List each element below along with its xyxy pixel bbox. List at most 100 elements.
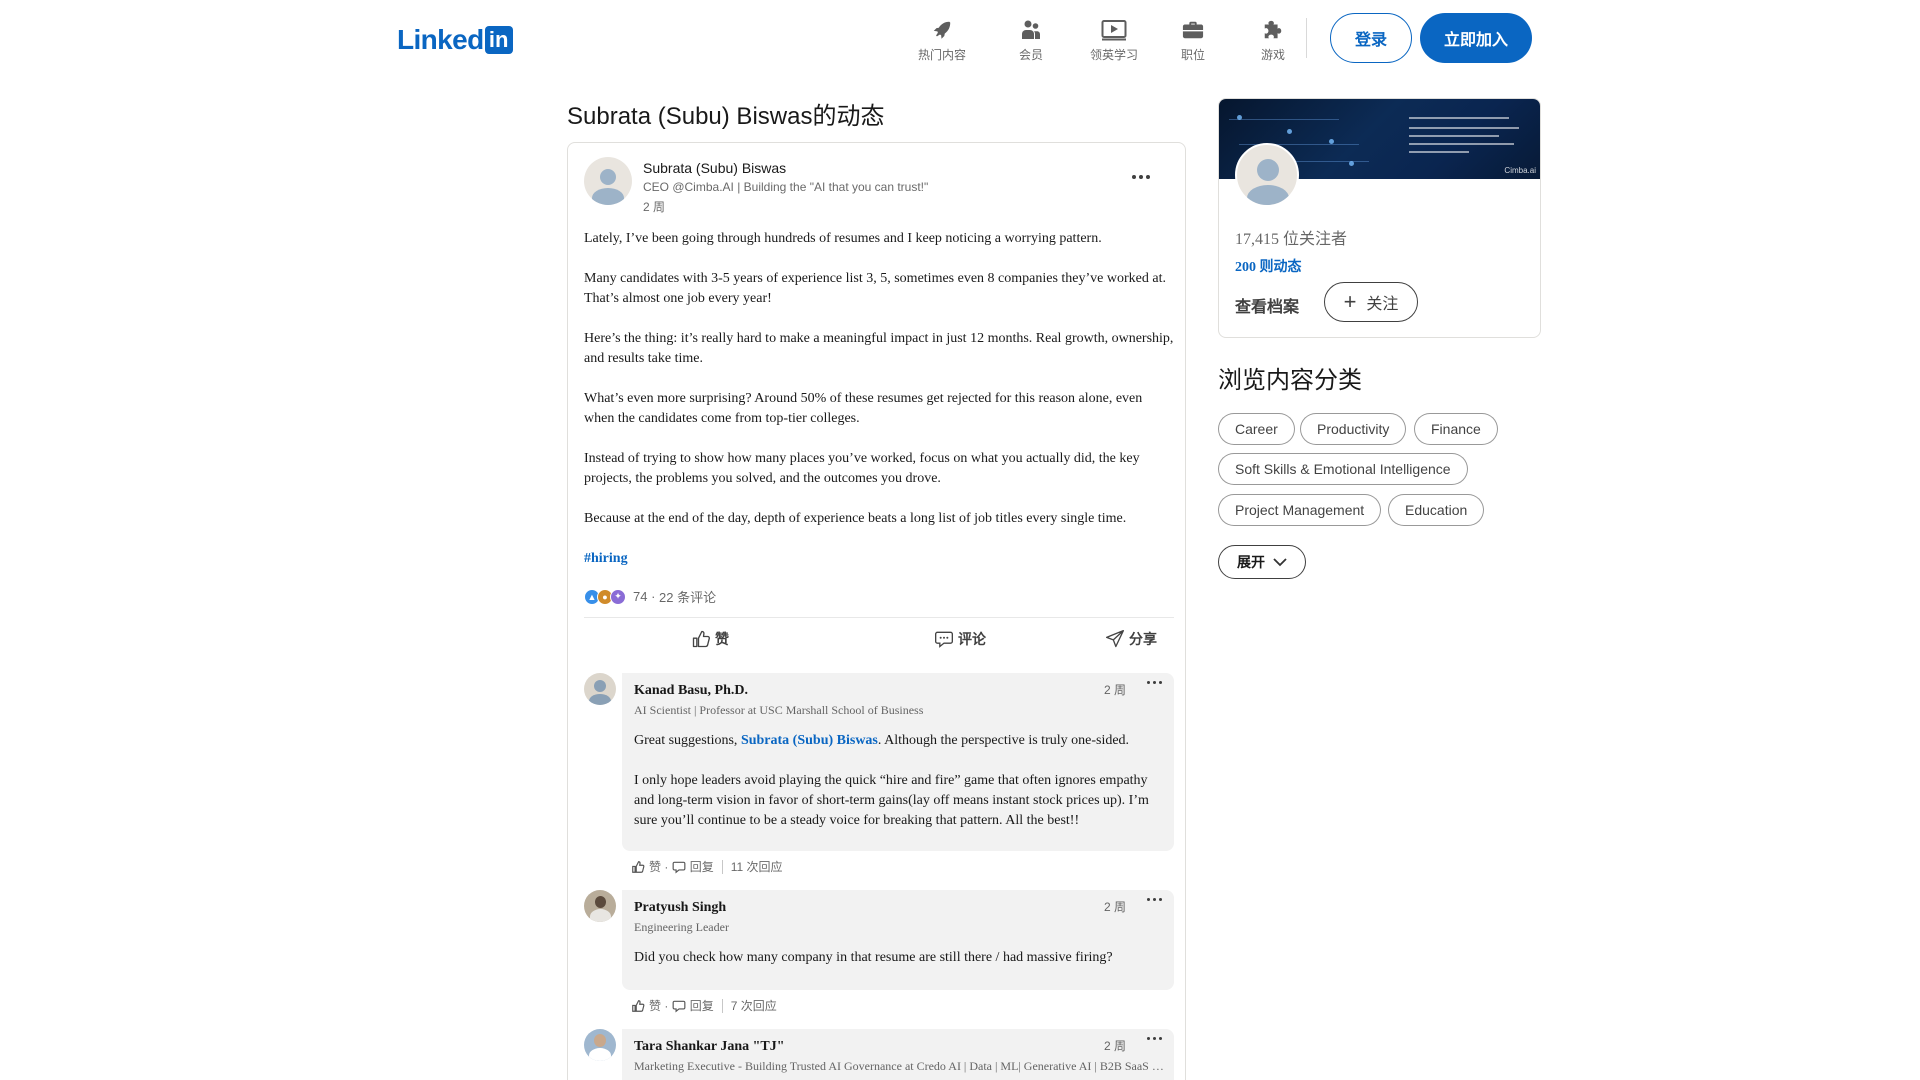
nav-label: 热门内容 [918, 48, 967, 62]
commenter-name[interactable]: Tara Shankar Jana "TJ" [634, 1039, 785, 1055]
hashtag-link[interactable]: #hiring [584, 551, 628, 566]
comment-text-part: Great suggestions, [634, 733, 741, 748]
commenter-name[interactable]: Pratyush Singh [634, 900, 726, 916]
like-button[interactable]: 赞 [691, 629, 729, 649]
puzzle-icon [1260, 18, 1286, 42]
follow-label: 关注 [1366, 296, 1399, 313]
post-paragraph: What’s even more surprising? Around 50% … [584, 391, 1143, 426]
comment-reply-button[interactable]: 回复 [672, 858, 714, 875]
nav-item-trending[interactable]: 热门内容 [918, 18, 966, 63]
post-card: Subrata (Subu) Biswas CEO @Cimba.AI | Bu… [567, 142, 1186, 1080]
ellipsis-icon [1147, 681, 1162, 684]
comment-more-options-button[interactable] [1147, 681, 1162, 684]
comment-more-options-button[interactable] [1147, 898, 1162, 901]
login-button[interactable]: 登录 [1330, 13, 1412, 63]
commenter-avatar[interactable] [584, 673, 616, 705]
linkedin-logo[interactable]: Linked in [397, 24, 513, 56]
page-title: Subrata (Subu) Biswas的动态 [567, 103, 885, 130]
post-paragraph: Because at the end of the day, depth of … [584, 511, 1127, 526]
celebrate-reaction-icon: ✦ [610, 588, 626, 605]
comment-actions: 赞 · 回复 11 次回应 [631, 858, 783, 875]
category-tag-finance[interactable]: Finance [1414, 413, 1498, 445]
expand-label: 展开 [1237, 554, 1265, 570]
category-tag-education[interactable]: Education [1388, 494, 1485, 526]
comment-text: Great suggestions, Subrata (Subu) Biswas… [634, 731, 1164, 851]
replies-count-link[interactable]: 7 次回应 [731, 997, 777, 1014]
counts-separator: · [647, 589, 660, 604]
comment-count[interactable]: 22 条评论 [659, 587, 716, 606]
follow-button[interactable]: + 关注 [1324, 282, 1418, 322]
post-author-name[interactable]: Subrata (Subu) Biswas [643, 160, 786, 176]
nav-item-members[interactable]: 会员 [1018, 18, 1044, 63]
author-profile-card: Cimba.ai 17,415 位关注者 200 则动态 查看档案 + 关注 [1218, 98, 1541, 338]
nav-item-jobs[interactable]: 职位 [1180, 18, 1206, 63]
category-tag-project-management[interactable]: Project Management [1218, 494, 1382, 526]
author-avatar[interactable] [584, 157, 632, 205]
replies-count-link[interactable]: 11 次回应 [731, 858, 783, 875]
people-icon [1018, 18, 1044, 42]
followers-count: 17,415 位关注者 [1235, 231, 1348, 248]
post-author-headline: CEO @Cimba.AI | Building the "AI that yo… [643, 180, 929, 194]
banner-brand-text: Cimba.ai [1504, 166, 1536, 175]
mention-link[interactable]: Subrata (Subu) Biswas [741, 733, 878, 748]
nav-item-learning[interactable]: 领英学习 [1090, 18, 1138, 63]
rocket-icon [929, 18, 955, 42]
nav-item-games[interactable]: 游戏 [1260, 18, 1286, 63]
post-paragraph: Lately, I’ve been going through hundreds… [584, 231, 1102, 246]
comment-label: 评论 [958, 631, 986, 647]
send-icon [1106, 630, 1124, 648]
comment-reply-button[interactable]: 回复 [672, 997, 714, 1014]
post-paragraph: Instead of trying to show how many place… [584, 451, 1140, 486]
nav-divider [1306, 18, 1307, 58]
comment-actions: 赞 · 回复 7 次回应 [631, 997, 777, 1014]
ellipsis-icon [1132, 175, 1150, 179]
profile-avatar[interactable] [1235, 143, 1299, 207]
ellipsis-icon [1147, 1037, 1162, 1040]
browse-categories-title: 浏览内容分类 [1218, 367, 1362, 394]
comment-reply-label: 回复 [689, 860, 714, 874]
top-navbar: Linked in 热门内容 会员 领英学习 职位 游戏 登录 立即加入 [0, 0, 1920, 74]
share-label: 分享 [1129, 631, 1157, 647]
comment-like-button[interactable]: 赞 [631, 858, 661, 875]
post-paragraph: Here’s the thing: it’s really hard to ma… [584, 331, 1174, 366]
comment-like-label: 赞 [649, 999, 662, 1013]
share-button[interactable]: 分享 [1105, 629, 1157, 649]
view-profile-link[interactable]: 查看档案 [1235, 293, 1299, 317]
category-tag-career[interactable]: Career [1218, 413, 1295, 445]
comment-timestamp: 2 周 [1103, 900, 1126, 914]
chevron-down-icon [1273, 558, 1287, 567]
comment-bubble: Pratyush Singh Engineering Leader 2 周 Di… [622, 890, 1174, 990]
divider [721, 998, 723, 1013]
category-tag-soft-skills[interactable]: Soft Skills & Emotional Intelligence [1218, 453, 1468, 485]
like-label: 赞 [715, 631, 729, 647]
comment-like-button[interactable]: 赞 [631, 997, 661, 1014]
post-paragraph: Many candidates with 3-5 years of experi… [584, 271, 1166, 306]
commenter-avatar[interactable] [584, 1029, 616, 1061]
commenter-name[interactable]: Kanad Basu, Ph.D. [634, 683, 748, 699]
comment-text-part: . Although the perspective is truly one-… [877, 733, 1130, 748]
comment-reply-label: 回复 [689, 999, 714, 1013]
thumbs-up-icon [632, 860, 645, 873]
plus-icon: + [1343, 289, 1357, 314]
comment-bubble: Tara Shankar Jana "TJ" Marketing Executi… [622, 1029, 1174, 1080]
post-timestamp: 2 周 [643, 200, 666, 214]
comment-icon [935, 631, 953, 648]
commenter-headline: Engineering Leader [634, 920, 729, 934]
comment-button[interactable]: 评论 [934, 629, 986, 649]
divider [721, 859, 723, 874]
category-tag-productivity[interactable]: Productivity [1300, 413, 1407, 445]
posts-count-link[interactable]: 200 则动态 [1235, 256, 1302, 276]
join-now-button[interactable]: 立即加入 [1420, 13, 1532, 63]
reaction-count: 74 [633, 589, 648, 604]
commenter-headline: AI Scientist | Professor at USC Marshall… [634, 703, 924, 717]
social-counts[interactable]: ▲ ● ✦ 74 · 22 条评论 [584, 587, 716, 606]
thumbs-up-icon [692, 630, 710, 648]
briefcase-icon [1180, 18, 1206, 42]
comment-icon [672, 1000, 686, 1012]
expand-categories-button[interactable]: 展开 [1218, 545, 1306, 579]
comment-more-options-button[interactable] [1147, 1037, 1162, 1040]
commenter-headline: Marketing Executive - Building Trusted A… [634, 1059, 1164, 1073]
ellipsis-icon [1147, 898, 1162, 901]
commenter-avatar[interactable] [584, 890, 616, 922]
post-more-options-button[interactable] [1125, 165, 1157, 189]
